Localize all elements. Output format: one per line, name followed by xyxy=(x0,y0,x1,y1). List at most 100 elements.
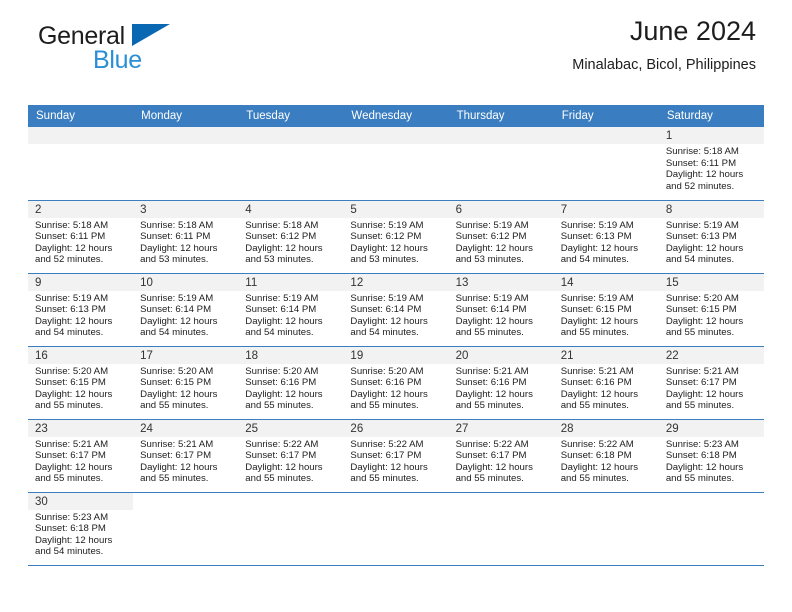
day-details: Sunrise: 5:19 AM Sunset: 6:14 PM Daylight:… xyxy=(238,291,343,339)
daylight-text-line2: and 53 minutes. xyxy=(140,254,209,266)
sunrise-text: Sunrise: 5:19 AM xyxy=(455,219,529,231)
sunrise-text: Sunrise: 5:19 AM xyxy=(35,292,109,304)
sunset-text: Sunset: 6:16 PM xyxy=(350,377,422,389)
sunset-text: Sunset: 6:14 PM xyxy=(350,304,422,316)
day-number: 14 xyxy=(553,273,659,291)
calendar-empty-cell xyxy=(448,127,554,200)
sunset-text: Sunset: 6:13 PM xyxy=(560,231,632,243)
sunrise-text: Sunrise: 5:20 AM xyxy=(140,365,214,377)
day-details: Sunrise: 5:20 AM Sunset: 6:15 PM Daylight:… xyxy=(659,291,764,339)
logo-text-blue: Blue xyxy=(93,46,142,74)
calendar-day-cell[interactable]: 28 Sunrise: 5:22 AM Sunset: 6:18 PM Dayligh… xyxy=(553,418,659,492)
generalblue-logo[interactable]: General Blue xyxy=(38,22,238,80)
calendar-day-cell[interactable]: 13 Sunrise: 5:19 AM Sunset: 6:14 PM Dayligh… xyxy=(448,272,554,346)
calendar-day-cell[interactable]: 1 Sunrise: 5:18 AM Sunset: 6:11 PM Daylight… xyxy=(658,127,764,200)
daylight-text-line2: and 53 minutes. xyxy=(350,254,419,266)
daylight-text-line1: Daylight: 12 hours xyxy=(665,461,744,473)
day-number: 21 xyxy=(553,346,659,364)
sunrise-text: Sunrise: 5:22 AM xyxy=(245,438,319,450)
sunrise-text: Sunrise: 5:19 AM xyxy=(245,292,319,304)
sunrise-text: Sunrise: 5:18 AM xyxy=(140,219,214,231)
calendar-day-cell[interactable]: 25 Sunrise: 5:22 AM Sunset: 6:17 PM Dayligh… xyxy=(238,418,344,492)
sunrise-text: Sunrise: 5:21 AM xyxy=(140,438,214,450)
daylight-text-line1: Daylight: 12 hours xyxy=(560,315,639,327)
weekday-header-saturday: Saturday xyxy=(658,105,764,127)
calendar-day-cell[interactable]: 23 Sunrise: 5:21 AM Sunset: 6:17 PM Dayligh… xyxy=(28,418,134,492)
daylight-text-line2: and 55 minutes. xyxy=(455,473,524,485)
calendar-day-cell[interactable]: 11 Sunrise: 5:19 AM Sunset: 6:14 PM Dayligh… xyxy=(238,272,344,346)
calendar-day-cell[interactable]: 6 Sunrise: 5:19 AM Sunset: 6:12 PM Daylight… xyxy=(448,199,554,273)
calendar-day-cell[interactable]: 8 Sunrise: 5:19 AM Sunset: 6:13 PM Daylight… xyxy=(658,199,764,273)
calendar-day-cell[interactable]: 10 Sunrise: 5:19 AM Sunset: 6:14 PM Dayligh… xyxy=(133,272,239,346)
calendar-day-cell[interactable]: 17 Sunrise: 5:20 AM Sunset: 6:15 PM Dayligh… xyxy=(133,345,239,419)
calendar-day-cell[interactable]: 18 Sunrise: 5:20 AM Sunset: 6:16 PM Dayligh… xyxy=(238,345,344,419)
calendar-day-cell[interactable]: 30 Sunrise: 5:23 AM Sunset: 6:18 PM Dayligh… xyxy=(28,491,134,565)
day-details: Sunrise: 5:22 AM Sunset: 6:17 PM Daylight:… xyxy=(343,437,448,485)
calendar-day-cell[interactable]: 22 Sunrise: 5:21 AM Sunset: 6:17 PM Dayligh… xyxy=(658,345,764,419)
calendar-empty-cell xyxy=(28,127,134,200)
day-number: 13 xyxy=(448,273,554,291)
calendar-day-cell[interactable]: 7 Sunrise: 5:19 AM Sunset: 6:13 PM Daylight… xyxy=(553,199,659,273)
daylight-text-line1: Daylight: 12 hours xyxy=(560,242,639,254)
sunset-text: Sunset: 6:17 PM xyxy=(665,377,737,389)
calendar-day-cell[interactable]: 21 Sunrise: 5:21 AM Sunset: 6:16 PM Dayligh… xyxy=(553,345,659,419)
daylight-text-line1: Daylight: 12 hours xyxy=(455,388,533,400)
calendar-week-row: 16 Sunrise: 5:20 AM Sunset: 6:15 PM Dayligh… xyxy=(28,345,764,419)
calendar-day-cell[interactable]: 20 Sunrise: 5:21 AM Sunset: 6:16 PM Dayligh… xyxy=(448,345,554,419)
sunset-text: Sunset: 6:11 PM xyxy=(35,231,106,243)
calendar-day-cell[interactable]: 9 Sunrise: 5:19 AM Sunset: 6:13 PM Daylight… xyxy=(28,272,134,346)
day-details: Sunrise: 5:22 AM Sunset: 6:17 PM Daylight:… xyxy=(238,437,343,485)
daylight-text-line2: and 54 minutes. xyxy=(35,327,104,339)
daylight-text-line2: and 55 minutes. xyxy=(665,473,735,485)
sunset-text: Sunset: 6:16 PM xyxy=(560,377,632,389)
day-details: Sunrise: 5:20 AM Sunset: 6:16 PM Daylight:… xyxy=(343,364,448,412)
calendar-empty-cell xyxy=(238,127,344,200)
daylight-text-line2: and 54 minutes. xyxy=(665,254,735,266)
calendar-day-cell[interactable]: 5 Sunrise: 5:19 AM Sunset: 6:12 PM Daylight… xyxy=(343,199,449,273)
empty-day-bar xyxy=(133,127,239,144)
calendar-day-cell[interactable]: 26 Sunrise: 5:22 AM Sunset: 6:17 PM Dayligh… xyxy=(343,418,449,492)
daylight-text-line1: Daylight: 12 hours xyxy=(455,315,533,327)
daylight-text-line1: Daylight: 12 hours xyxy=(350,242,428,254)
sunrise-text: Sunrise: 5:22 AM xyxy=(455,438,529,450)
page-title: June 2024 xyxy=(629,16,756,46)
daylight-text-line2: and 53 minutes. xyxy=(245,254,314,266)
empty-day-bar xyxy=(448,127,554,144)
daylight-text-line1: Daylight: 12 hours xyxy=(140,315,218,327)
daylight-text-line2: and 55 minutes. xyxy=(455,327,524,339)
empty-day-bar xyxy=(553,127,659,144)
calendar-day-cell[interactable]: 29 Sunrise: 5:23 AM Sunset: 6:18 PM Dayligh… xyxy=(658,418,764,492)
calendar-day-cell[interactable]: 19 Sunrise: 5:20 AM Sunset: 6:16 PM Dayligh… xyxy=(343,345,449,419)
daylight-text-line1: Daylight: 12 hours xyxy=(35,534,113,546)
calendar-day-cell[interactable]: 3 Sunrise: 5:18 AM Sunset: 6:11 PM Daylight… xyxy=(133,199,239,273)
daylight-text-line2: and 55 minutes. xyxy=(350,400,419,412)
daylight-text-line2: and 55 minutes. xyxy=(665,400,735,412)
calendar-day-cell[interactable]: 4 Sunrise: 5:18 AM Sunset: 6:12 PM Daylight… xyxy=(238,199,344,273)
sunrise-text: Sunrise: 5:23 AM xyxy=(665,438,739,450)
calendar-day-cell[interactable]: 16 Sunrise: 5:20 AM Sunset: 6:15 PM Dayligh… xyxy=(28,345,134,419)
day-details: Sunrise: 5:21 AM Sunset: 6:17 PM Daylight:… xyxy=(133,437,238,485)
day-number: 11 xyxy=(238,273,344,291)
calendar-week-row: 1 Sunrise: 5:18 AM Sunset: 6:11 PM Daylight… xyxy=(28,127,764,200)
calendar-day-cell[interactable]: 15 Sunrise: 5:20 AM Sunset: 6:15 PM Dayligh… xyxy=(658,272,764,346)
calendar-blank-cell xyxy=(448,491,554,565)
calendar-day-cell[interactable]: 24 Sunrise: 5:21 AM Sunset: 6:17 PM Dayligh… xyxy=(133,418,239,492)
daylight-text-line2: and 55 minutes. xyxy=(245,400,314,412)
daylight-text-line1: Daylight: 12 hours xyxy=(350,315,428,327)
day-number: 25 xyxy=(238,419,344,437)
daylight-text-line2: and 54 minutes. xyxy=(245,327,314,339)
sunset-text: Sunset: 6:11 PM xyxy=(665,157,737,169)
calendar-day-cell[interactable]: 14 Sunrise: 5:19 AM Sunset: 6:15 PM Dayligh… xyxy=(553,272,659,346)
daylight-text-line1: Daylight: 12 hours xyxy=(665,388,744,400)
daylight-text-line1: Daylight: 12 hours xyxy=(455,242,533,254)
sunrise-text: Sunrise: 5:21 AM xyxy=(455,365,529,377)
weekday-header-wednesday: Wednesday xyxy=(343,105,449,127)
sunset-text: Sunset: 6:18 PM xyxy=(560,450,632,462)
day-details: Sunrise: 5:18 AM Sunset: 6:11 PM Daylight:… xyxy=(133,218,238,266)
sunrise-text: Sunrise: 5:20 AM xyxy=(245,365,319,377)
calendar-day-cell[interactable]: 27 Sunrise: 5:22 AM Sunset: 6:17 PM Dayligh… xyxy=(448,418,554,492)
day-details: Sunrise: 5:19 AM Sunset: 6:13 PM Daylight:… xyxy=(28,291,133,339)
calendar-day-cell[interactable]: 2 Sunrise: 5:18 AM Sunset: 6:11 PM Daylight… xyxy=(28,199,134,273)
day-number: 29 xyxy=(658,419,764,437)
calendar-day-cell[interactable]: 12 Sunrise: 5:19 AM Sunset: 6:14 PM Dayligh… xyxy=(343,272,449,346)
